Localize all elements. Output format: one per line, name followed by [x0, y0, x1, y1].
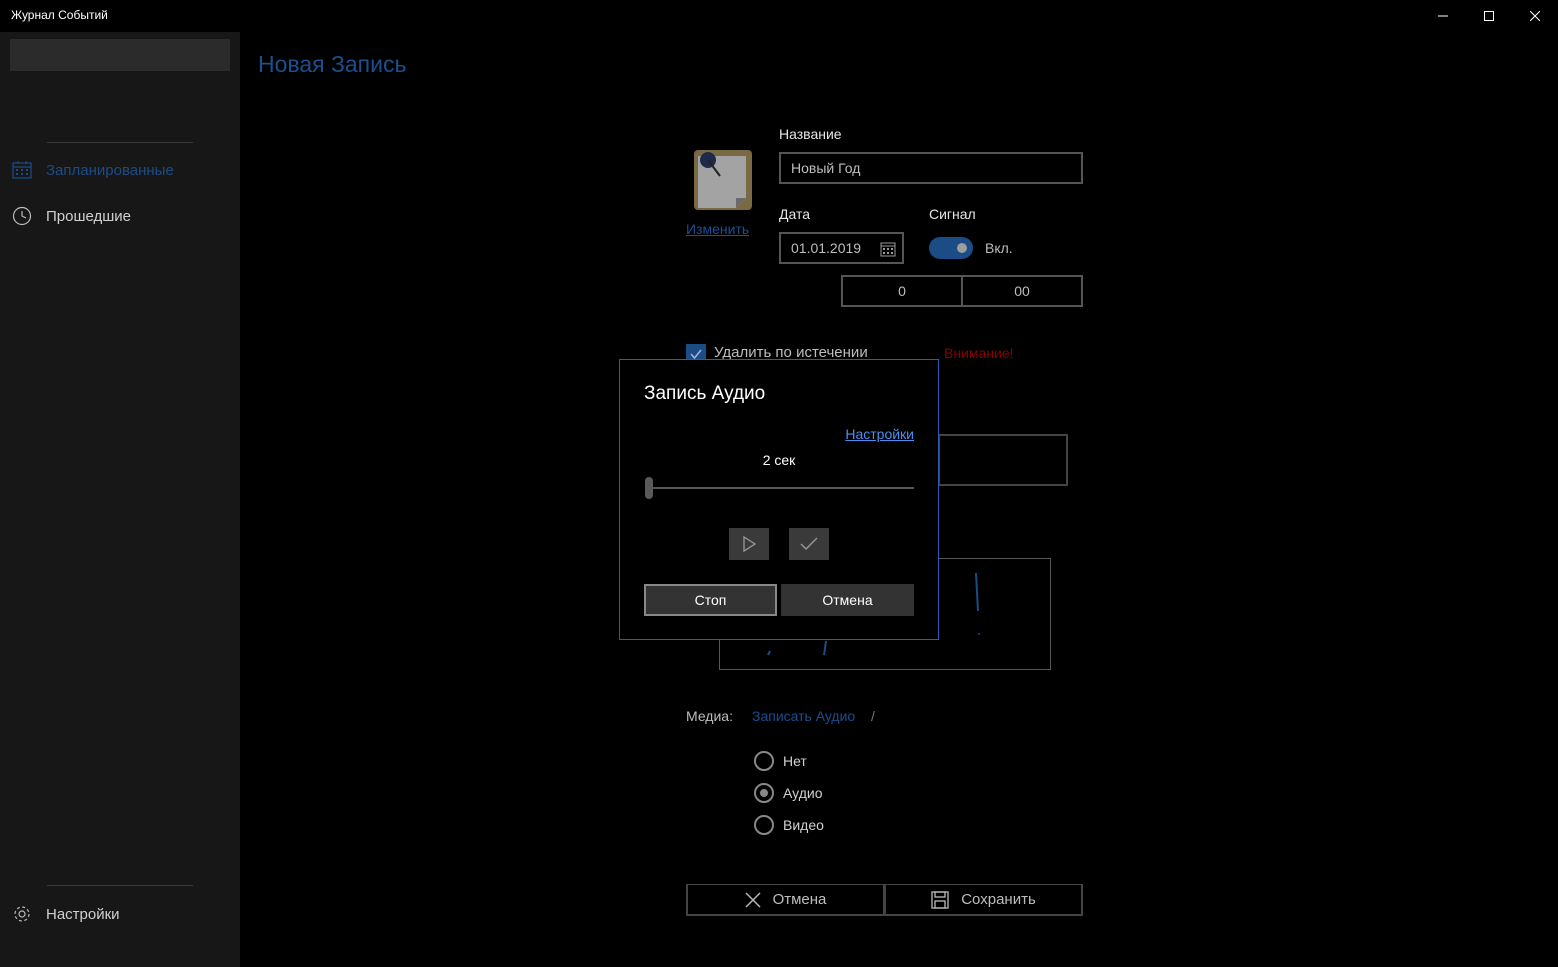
play-icon	[743, 536, 756, 552]
sidebar-item-settings[interactable]: Настройки	[0, 894, 240, 934]
sidebar-item-label: Настройки	[46, 905, 120, 923]
media-radio-audio[interactable]	[754, 783, 774, 803]
elapsed-time: 2 сек	[762, 452, 796, 468]
page-title: Новая Запись	[258, 51, 407, 77]
media-option-label: Нет	[783, 753, 807, 769]
media-option-label: Видео	[783, 817, 824, 833]
date-picker[interactable]: 01.01.2019	[779, 232, 904, 264]
play-button[interactable]	[729, 528, 769, 560]
minimize-icon	[1438, 15, 1448, 17]
sidebar-divider-bottom	[47, 885, 193, 886]
window-title: Журнал Событий	[11, 8, 108, 22]
media-label: Медиа:	[686, 708, 733, 724]
checkmark-icon	[800, 537, 818, 550]
sidebar-item-label: Запланированные	[46, 161, 174, 179]
close-icon	[745, 892, 761, 907]
minute-value: 00	[1014, 283, 1030, 299]
maximize-button[interactable]	[1466, 0, 1512, 32]
note-pin-icon	[694, 150, 752, 210]
name-label: Название	[779, 126, 842, 142]
warning-text: Внимание!	[944, 345, 1014, 361]
sidebar-item-scheduled[interactable]: Запланированные	[0, 150, 240, 190]
signal-label: Сигнал	[929, 206, 976, 222]
navigation-pane: Запланированные Прошедшие Настройки	[0, 32, 240, 967]
dialog-title: Запись Аудио	[644, 383, 766, 404]
signal-state: Вкл.	[985, 240, 1013, 256]
dialog-cancel-button[interactable]: Отмена	[781, 584, 914, 616]
change-icon-link[interactable]: Изменить	[686, 221, 749, 237]
record-audio-link[interactable]: Записать Аудио	[752, 708, 855, 724]
gear-icon	[14, 906, 30, 922]
calendar-icon	[12, 161, 32, 179]
cancel-label: Отмена	[772, 891, 827, 908]
name-input[interactable]: Новый Год	[779, 152, 1083, 184]
progress-slider-track[interactable]	[650, 487, 914, 489]
date-value: 01.01.2019	[791, 240, 862, 256]
confirm-button[interactable]	[789, 528, 829, 560]
search-input[interactable]	[10, 39, 230, 71]
record-audio-dialog: Запись Аудио Настройки 2 сек Стоп Отмена	[619, 359, 939, 640]
media-separator: /	[871, 708, 875, 724]
event-icon[interactable]	[688, 148, 754, 214]
stop-button[interactable]: Стоп	[644, 584, 777, 616]
maximize-icon	[1484, 11, 1494, 21]
signal-toggle[interactable]	[929, 237, 973, 259]
progress-slider-thumb[interactable]	[645, 477, 653, 499]
sidebar-item-past[interactable]: Прошедшие	[0, 196, 240, 236]
calendar-icon	[880, 242, 896, 257]
save-label: Сохранить	[961, 891, 1036, 908]
media-option-label: Аудио	[783, 785, 823, 801]
hour-value: 0	[898, 283, 906, 299]
description-input[interactable]	[938, 434, 1068, 486]
minute-picker[interactable]: 00	[961, 275, 1083, 307]
media-radio-video[interactable]	[754, 815, 774, 835]
minimize-button[interactable]	[1420, 0, 1466, 32]
clock-icon	[12, 206, 32, 226]
cancel-button[interactable]: Отмена	[686, 884, 885, 916]
date-label: Дата	[779, 206, 811, 222]
save-icon	[931, 890, 949, 909]
sidebar-divider-top	[47, 142, 193, 143]
dialog-cancel-label: Отмена	[822, 592, 873, 608]
name-value: Новый Год	[791, 160, 861, 176]
close-button[interactable]	[1512, 0, 1558, 32]
save-button[interactable]: Сохранить	[884, 884, 1083, 916]
sidebar-item-label: Прошедшие	[46, 207, 132, 225]
dialog-settings-link[interactable]: Настройки	[845, 426, 914, 442]
media-radio-none[interactable]	[754, 751, 774, 771]
stop-label: Стоп	[694, 592, 727, 608]
close-icon	[1530, 11, 1540, 21]
toggle-knob	[957, 243, 967, 253]
title-bar: Журнал Событий	[0, 0, 1558, 32]
radio-dot	[760, 789, 768, 797]
hour-picker[interactable]: 0	[841, 275, 963, 307]
